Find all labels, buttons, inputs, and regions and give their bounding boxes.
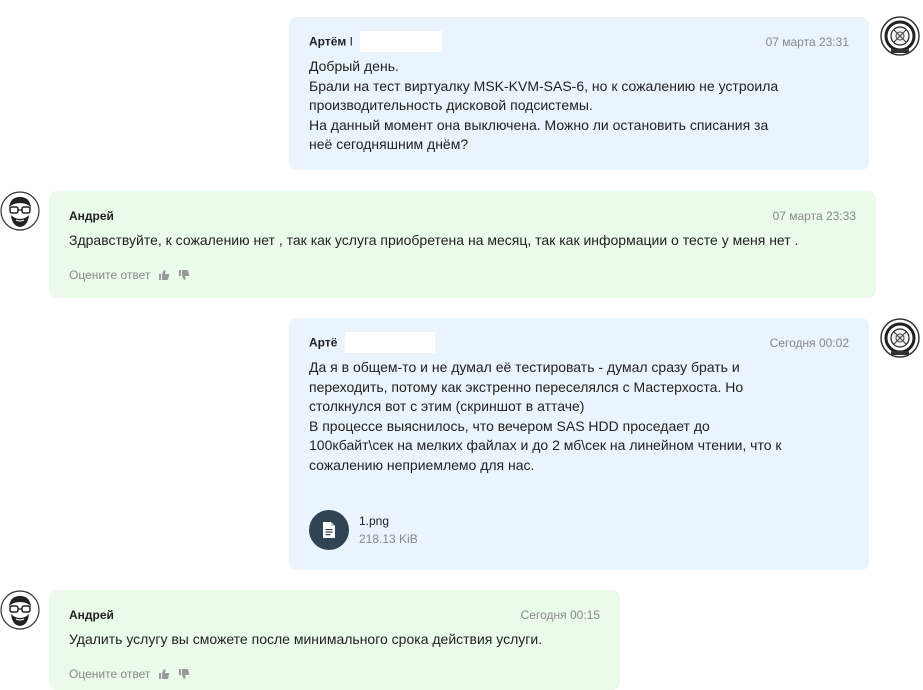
message-time: 07 марта 23:31 — [765, 35, 849, 49]
support-avatar — [0, 191, 40, 231]
message-line: неё сегодняшним днём? — [309, 136, 469, 152]
message-line: производительность дисковой подсистемы. — [309, 97, 593, 113]
rate-label: Оцените ответ — [69, 267, 151, 282]
client-avatar — [880, 318, 920, 358]
message-line: Добрый день. — [309, 58, 399, 74]
thumb-down-icon[interactable] — [178, 668, 190, 680]
redaction — [344, 331, 435, 353]
message-text: Добрый день. Брали на тест виртуалку MSK… — [309, 57, 849, 155]
rate-answer: Оцените ответ — [69, 667, 600, 681]
thumb-up-icon[interactable] — [158, 269, 170, 281]
thumb-down-icon[interactable] — [178, 269, 190, 281]
file-name[interactable]: 1.png — [359, 514, 418, 528]
message-bubble: Артё Сегодня 00:02 Да я в общем-то и не … — [289, 318, 869, 570]
message-line: сожалению неприемлемо для нас. — [309, 456, 535, 473]
message-time: Сегодня 00:02 — [769, 336, 849, 350]
message-line: столкнулся вот с этим (скриншот в аттаче… — [309, 398, 585, 414]
support-avatar — [0, 590, 40, 630]
message-time: Сегодня 00:15 — [520, 608, 600, 622]
client-avatar — [880, 16, 920, 56]
rate-label: Оцените ответ — [69, 666, 151, 681]
message-line: Да я в общем-то и не думал её тестироват… — [309, 359, 740, 375]
message-author: Артём I — [309, 30, 443, 53]
message-bubble: Артём I 07 марта 23:31 Добрый день. Брал… — [289, 17, 869, 170]
thumb-up-icon[interactable] — [158, 668, 170, 680]
message-author: Артё — [309, 331, 435, 354]
message-bubble: Андрей 07 марта 23:33 Здравствуйте, к со… — [49, 191, 876, 298]
message-text: Здравствуйте, к сожалению нет , так как … — [69, 232, 799, 248]
message-line: На данный момент она выключена. Можно ли… — [309, 116, 769, 133]
message-time: 07 марта 23:33 — [772, 209, 856, 223]
message-text: Удалить услугу вы сможете после минималь… — [69, 631, 543, 647]
file-size: 218.13 KiB — [359, 532, 418, 546]
message-line: переходить, потому как экстренно пересел… — [309, 378, 744, 395]
message-line: Брали на тест виртуалку MSK-KVM-SAS-6, н… — [309, 77, 779, 94]
attachment[interactable]: 1.png 218.13 KiB — [309, 510, 418, 550]
message-text: Да я в общем-то и не думал её тестироват… — [309, 358, 849, 475]
redaction — [360, 30, 443, 52]
message-author: Андрей — [69, 209, 114, 223]
message-line: В процессе выяснилось, что вечером SAS H… — [309, 417, 710, 434]
message-author: Андрей — [69, 608, 114, 622]
message-bubble: Андрей Сегодня 00:15 Удалить услугу вы с… — [49, 590, 620, 690]
message-line: 100кбайт\сек на мелких файлах и до 2 мб\… — [309, 437, 782, 453]
rate-answer: Оцените ответ — [69, 268, 856, 282]
file-icon[interactable] — [309, 510, 349, 550]
